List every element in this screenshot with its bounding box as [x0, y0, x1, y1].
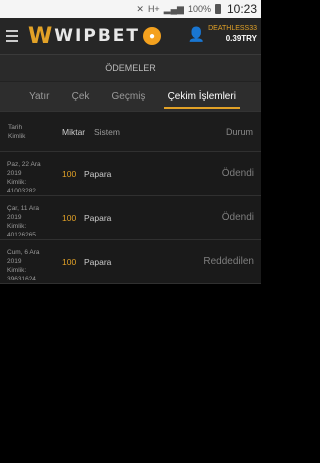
- table-row[interactable]: Çar, 11 Ara 2019 Kimlik: 40126265 100 Pa…: [0, 195, 261, 239]
- row-system: Papara: [84, 212, 112, 223]
- page-title: ÖDEMELER: [0, 54, 261, 81]
- tab-gecmis[interactable]: Geçmiş: [112, 85, 146, 108]
- logo-mark-icon: W: [28, 23, 53, 49]
- menu-button[interactable]: [4, 28, 26, 44]
- row-status: Reddedilen: [203, 256, 254, 267]
- row-date: Çar, 11 Ara 2019 Kimlik: 40126265: [7, 200, 62, 236]
- table-row[interactable]: Cum, 6 Ara 2019 Kimlik: 39631624 100 Pap…: [0, 239, 261, 283]
- row-date-year: 2019: [7, 213, 22, 221]
- row-system: Papara: [84, 168, 112, 179]
- header-status: Durum: [225, 126, 253, 137]
- table-divider: [0, 283, 261, 284]
- header-id: Kimlik: [8, 132, 26, 140]
- row-date-year: 2019: [7, 257, 22, 265]
- row-date-year: 2019: [7, 169, 22, 177]
- battery-percent: 100%: [187, 4, 211, 14]
- payment-tabs: Yatır Çek Geçmiş Çekim İşlemleri: [0, 81, 261, 111]
- row-date-line: Cum, 6 Ara: [7, 248, 40, 256]
- row-system: Papara: [84, 256, 112, 267]
- signal-icon: ▂▄▆: [163, 3, 184, 14]
- row-status: Ödendi: [221, 168, 254, 179]
- row-amount: 100: [62, 168, 77, 179]
- table-row[interactable]: Paz, 22 Ara 2019 Kimlik: 41003282 100 Pa…: [0, 151, 261, 195]
- chat-icon[interactable]: ●: [142, 27, 161, 45]
- header-system: Sistem: [94, 126, 120, 137]
- network-type-label: H+: [147, 4, 160, 14]
- clock: 10:23: [226, 2, 257, 16]
- row-amount: 100: [62, 212, 77, 223]
- tab-yatir[interactable]: Yatır: [29, 85, 49, 108]
- menu-bar: [6, 40, 18, 42]
- user-name: DEATHLESS33: [208, 25, 257, 32]
- row-date-line: Paz, 22 Ara: [7, 160, 41, 168]
- logo-text: WIPBET: [54, 26, 140, 46]
- menu-bar: [6, 30, 18, 32]
- row-id-value: 40126265: [7, 231, 36, 236]
- header-amount: Miktar: [62, 126, 86, 137]
- menu-bar: [6, 35, 18, 37]
- wipbet-logo[interactable]: W WIPBET: [28, 24, 140, 49]
- header-date-id: Tarih Kimlik: [8, 123, 62, 141]
- row-status: Ödendi: [221, 212, 254, 223]
- user-balance: 0.39TRY: [225, 34, 257, 43]
- row-date: Cum, 6 Ara 2019 Kimlik: 39631624: [7, 244, 62, 280]
- row-amount: 100: [62, 256, 77, 267]
- mute-icon: ✕: [136, 3, 144, 14]
- row-id-value: 41003282: [7, 187, 36, 192]
- table-header: Tarih Kimlik Miktar Sistem Durum: [0, 111, 261, 151]
- user-account[interactable]: 👤 DEATHLESS33 0.39TRY: [188, 24, 257, 44]
- row-date: Paz, 22 Ara 2019 Kimlik: 41003282: [7, 156, 62, 192]
- row-id-label: Kimlik:: [7, 222, 27, 230]
- user-icon: 👤: [187, 25, 206, 42]
- battery-icon: [214, 4, 221, 14]
- tab-cekim-islemleri[interactable]: Çekim İşlemleri: [163, 85, 241, 109]
- app-header: W WIPBET ● 👤 DEATHLESS33 0.39TRY: [0, 18, 261, 54]
- header-date: Tarih: [8, 123, 23, 131]
- row-id-value: 39631624: [7, 275, 36, 280]
- tab-cek[interactable]: Çek: [72, 85, 90, 108]
- row-id-label: Kimlik:: [7, 178, 27, 186]
- row-id-label: Kimlik:: [7, 266, 27, 274]
- status-bar: ✕ H+ ▂▄▆ 100% 10:23: [0, 0, 261, 18]
- row-date-line: Çar, 11 Ara: [7, 204, 40, 212]
